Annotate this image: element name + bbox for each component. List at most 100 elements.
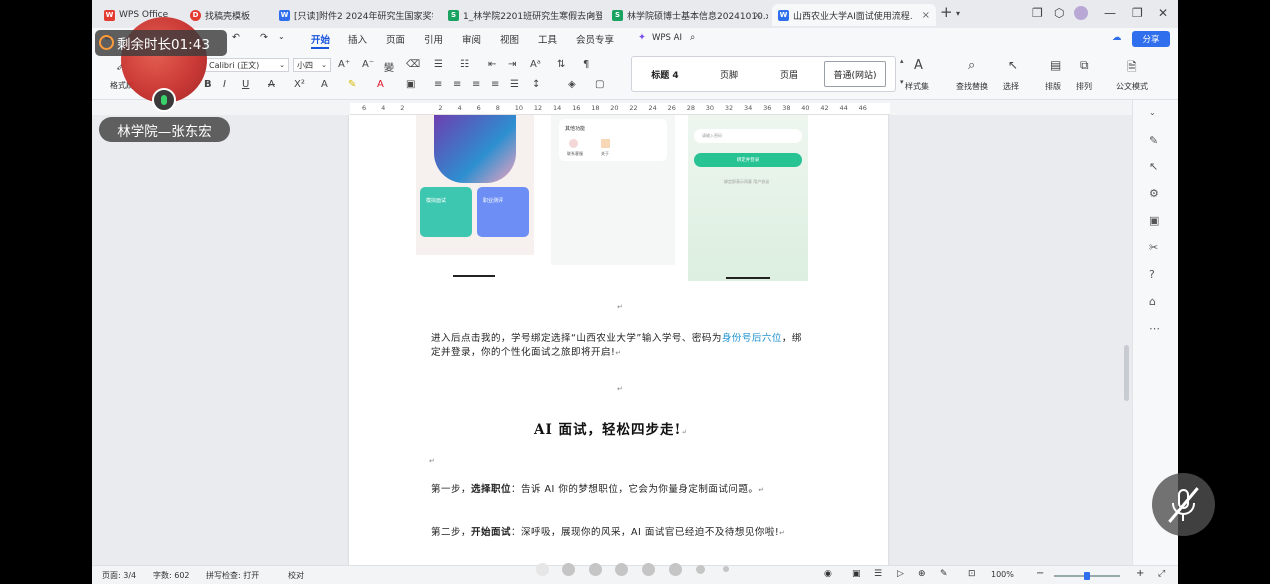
arrange-button[interactable]: 排列 <box>1076 81 1092 92</box>
spell-check-toggle[interactable]: 拼写检查: 打开 <box>206 570 259 581</box>
menu-insert[interactable]: 插入 <box>348 32 367 46</box>
distributed-icon[interactable]: ☰ <box>510 79 519 90</box>
page-dot[interactable] <box>615 563 628 576</box>
window-close-icon[interactable]: ✕ <box>1158 6 1168 20</box>
menu-tools[interactable]: 工具 <box>538 32 557 46</box>
page-indicator[interactable]: 页面: 3/4 <box>102 570 136 581</box>
highlight-icon[interactable]: ✎ <box>348 79 356 90</box>
shirt-icon[interactable]: ⌂ <box>1149 295 1156 308</box>
paragraph-step-two[interactable]: 第二步，开始面试：深呼吸，展现你的风采，AI 面试官已经迫不及待想见你啦!↵ <box>431 526 811 540</box>
text-effect-icon[interactable]: A <box>321 79 328 90</box>
layout-icon[interactable]: ▤ <box>1050 58 1061 72</box>
more-icon[interactable]: ⋯ <box>1149 322 1160 335</box>
zoom-slider-handle[interactable] <box>1084 572 1090 580</box>
font-name-select[interactable]: Calibri (正文) ⌄ <box>205 58 289 72</box>
proofread-button[interactable]: 校对 <box>288 570 304 581</box>
menu-page[interactable]: 页面 <box>386 32 405 46</box>
zoom-in-icon[interactable]: + <box>1136 568 1144 579</box>
word-count[interactable]: 字数: 602 <box>153 570 190 581</box>
official-mode-button[interactable]: 公文模式 <box>1116 81 1148 92</box>
scroll-down-icon[interactable]: ▾ <box>900 78 904 86</box>
user-avatar[interactable] <box>1074 6 1088 20</box>
cube-icon[interactable]: ⬡ <box>1054 6 1064 20</box>
sort-icon[interactable]: ⇅ <box>557 59 565 70</box>
zoom-level[interactable]: 100% <box>991 570 1014 579</box>
font-color-icon[interactable]: A <box>377 79 384 90</box>
page-dot[interactable] <box>669 563 682 576</box>
outdent-icon[interactable]: ⇤ <box>488 59 496 70</box>
strikethrough-icon[interactable]: A <box>268 79 275 90</box>
fit-page-icon[interactable]: ⊡ <box>968 569 976 579</box>
align-right-icon[interactable]: ≡ <box>472 79 480 90</box>
close-icon[interactable]: × <box>922 10 930 21</box>
show-marks-icon[interactable]: ¶ <box>583 59 589 70</box>
style-set-button[interactable]: 样式集 <box>905 81 929 92</box>
style-set-icon[interactable]: A <box>914 58 923 73</box>
underline-icon[interactable]: U <box>242 79 249 90</box>
page-dot[interactable] <box>589 563 602 576</box>
menu-home[interactable]: 开始 <box>311 32 330 46</box>
menu-reference[interactable]: 引用 <box>424 32 443 46</box>
mute-microphone-button[interactable] <box>1152 473 1215 536</box>
indent-icon[interactable]: ⇥ <box>508 59 516 70</box>
paragraph-login-instructions[interactable]: 进入后点击我的，学号绑定选择“山西农业大学”输入学号、密码为身份号后六位，绑定并… <box>431 332 811 360</box>
page-dot[interactable] <box>723 566 729 572</box>
paragraph-step-one[interactable]: 第一步，选择职位：告诉 AI 你的梦想职位，它会为你量身定制面试问题。↵ <box>431 483 811 497</box>
menu-review[interactable]: 审阅 <box>462 32 481 46</box>
arrange-icon[interactable]: ⧉ <box>1080 58 1089 73</box>
tab-info-sheet[interactable]: S 林学院硕博士基本信息20241010.x × <box>606 4 768 26</box>
char-shading-icon[interactable]: ▣ <box>406 79 415 90</box>
select-button[interactable]: 选择 <box>1003 81 1019 92</box>
numbered-list-icon[interactable]: ☷ <box>460 59 469 70</box>
edit-view-icon[interactable]: ✎ <box>940 569 948 579</box>
border-icon[interactable]: ▢ <box>595 79 604 90</box>
menu-member[interactable]: 会员专享 <box>576 32 614 46</box>
window-list-icon[interactable]: ❐ <box>1032 6 1043 20</box>
superscript-icon[interactable]: X² <box>294 79 305 90</box>
zoom-out-icon[interactable]: − <box>1036 568 1044 579</box>
tab-scholarship-doc[interactable]: W [只读]附件2 2024年研究生国家奖学金 <box>273 4 433 26</box>
eye-icon[interactable]: ◉ <box>824 569 832 579</box>
style-header[interactable]: 页眉 <box>764 61 814 87</box>
clear-format-icon[interactable]: ⌫ <box>406 59 420 70</box>
tab-ai-interview-doc[interactable]: W 山西农业大学AI面试使用流程. × <box>772 4 936 26</box>
chevron-down-icon[interactable]: ⌄ <box>1149 108 1156 117</box>
font-grow-icon[interactable]: A⁺ <box>338 59 350 70</box>
scroll-up-icon[interactable]: ▴ <box>900 57 904 65</box>
menu-view[interactable]: 视图 <box>500 32 519 46</box>
pen-icon[interactable]: ✎ <box>1149 134 1158 147</box>
play-icon[interactable]: ▷ <box>897 569 904 579</box>
bold-icon[interactable]: B <box>204 79 212 90</box>
outline-view-icon[interactable]: ☰ <box>874 569 882 579</box>
page-dot[interactable] <box>642 563 655 576</box>
align-center-icon[interactable]: ≡ <box>453 79 461 90</box>
close-icon[interactable]: × <box>754 10 762 21</box>
find-replace-button[interactable]: 查找替换 <box>956 81 988 92</box>
font-case-icon[interactable]: Aᵃ <box>530 59 541 70</box>
horizontal-ruler[interactable]: 6 4 2 2 4 6 8 10 12 14 16 18 20 22 24 26 28 30 32 34 36 38 40 4… <box>350 103 890 115</box>
restore-icon[interactable]: ❐ <box>1132 6 1143 20</box>
close-icon[interactable]: × <box>588 10 596 21</box>
web-view-icon[interactable]: ⊕ <box>918 569 926 579</box>
search-icon[interactable]: ⌕ <box>690 32 695 43</box>
page-dot[interactable] <box>562 563 575 576</box>
page-dot[interactable] <box>536 563 549 576</box>
chevron-down-icon[interactable]: ⌄ <box>278 32 285 41</box>
italic-icon[interactable]: I <box>223 79 226 90</box>
official-doc-icon[interactable]: 🗎 <box>1127 58 1137 79</box>
undo-icon[interactable]: ↶ <box>232 32 240 43</box>
sliders-icon[interactable]: ⚙ <box>1149 187 1159 200</box>
bullet-list-icon[interactable]: ☰ <box>434 59 443 70</box>
vertical-scrollbar[interactable] <box>1124 345 1129 401</box>
minimize-icon[interactable]: — <box>1104 6 1116 20</box>
style-footer[interactable]: 页脚 <box>704 61 754 87</box>
font-size-select[interactable]: 小四 ⌄ <box>293 58 331 72</box>
new-tab-icon[interactable]: + <box>940 3 953 21</box>
search-icon[interactable]: ⌕ <box>968 58 975 73</box>
cursor-icon[interactable]: ↖ <box>1149 160 1158 173</box>
help-icon[interactable]: ? <box>1149 268 1155 281</box>
share-button[interactable]: 分享 <box>1132 31 1170 47</box>
tab-template[interactable]: D 找稿壳模板 <box>184 4 270 26</box>
section-heading[interactable]: AI 面试，轻松四步走!↵ <box>534 418 688 438</box>
tools-icon[interactable]: ✂ <box>1149 241 1158 254</box>
